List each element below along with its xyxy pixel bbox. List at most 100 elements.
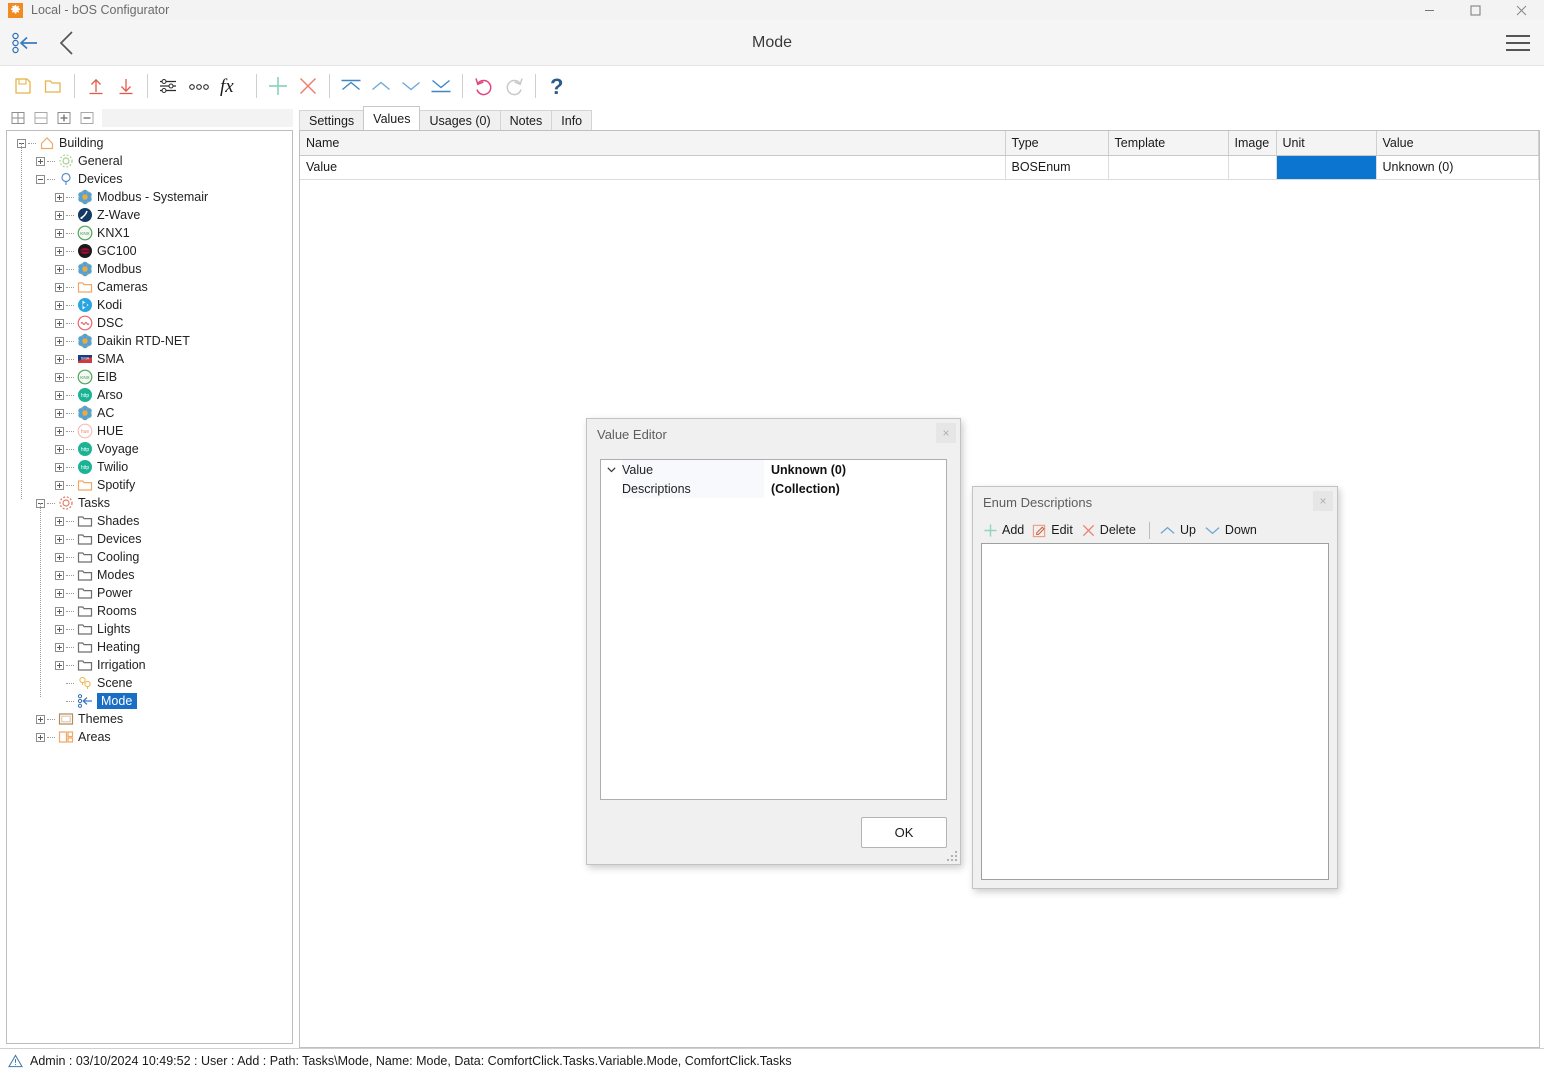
tree-expand-icon[interactable] xyxy=(53,605,66,618)
resize-grip-icon[interactable] xyxy=(946,850,957,861)
tree-expand-icon[interactable] xyxy=(53,335,66,348)
value-editor-close-button[interactable]: × xyxy=(936,423,956,443)
collapse-node-button[interactable] xyxy=(75,108,98,128)
close-button[interactable] xyxy=(1498,0,1544,20)
tree-expand-icon[interactable] xyxy=(53,209,66,222)
tree-expand-icon[interactable] xyxy=(53,659,66,672)
tree-item[interactable]: Scene xyxy=(7,674,292,692)
expand-node-button[interactable] xyxy=(52,108,75,128)
tree-expand-icon[interactable] xyxy=(53,245,66,258)
upload-button[interactable] xyxy=(82,71,110,101)
column-header-value[interactable]: Value xyxy=(1376,131,1539,156)
fx-icon[interactable]: fx xyxy=(215,71,249,101)
sliders-icon[interactable] xyxy=(155,71,183,101)
tree-item[interactable]: Devices xyxy=(7,170,292,188)
ok-button[interactable]: OK xyxy=(861,816,947,848)
tree-item[interactable]: http Voyage xyxy=(7,440,292,458)
tree-item[interactable]: AC xyxy=(7,404,292,422)
tree-item[interactable]: Devices xyxy=(7,530,292,548)
open-button[interactable] xyxy=(39,71,67,101)
tree-expand-icon[interactable] xyxy=(53,479,66,492)
hamburger-menu-icon[interactable] xyxy=(1506,32,1532,54)
move-to-bottom-icon[interactable] xyxy=(427,71,455,101)
enum-add-button[interactable]: Add xyxy=(981,519,1030,541)
maximize-button[interactable] xyxy=(1452,0,1498,20)
tree-item[interactable]: General xyxy=(7,152,292,170)
enum-descriptions-list[interactable] xyxy=(981,543,1329,880)
tree-expand-icon[interactable] xyxy=(53,299,66,312)
property-row[interactable]: Descriptions (Collection) xyxy=(601,479,946,498)
minimize-button[interactable] xyxy=(1406,0,1452,20)
tree-item[interactable]: Building xyxy=(7,134,292,152)
cell-image[interactable] xyxy=(1228,155,1277,180)
tree-item[interactable]: GC100 xyxy=(7,242,292,260)
enum-descriptions-dialog[interactable]: Enum Descriptions × Add Edit Delete Up Down xyxy=(972,486,1338,889)
tree-item[interactable]: KNX EIB xyxy=(7,368,292,386)
add-button[interactable] xyxy=(264,71,292,101)
tree-expand-icon[interactable] xyxy=(53,389,66,402)
tree-item[interactable]: Power xyxy=(7,584,292,602)
chevron-up-icon[interactable] xyxy=(367,71,395,101)
move-to-top-icon[interactable] xyxy=(337,71,365,101)
ellipsis-icon[interactable] xyxy=(185,71,213,101)
delete-button[interactable] xyxy=(294,71,322,101)
property-value[interactable]: Unknown (0) xyxy=(764,460,946,479)
building-tree[interactable]: Building General Devices Modbus - Systemair… xyxy=(6,130,293,1044)
tree-item[interactable]: hue HUE xyxy=(7,422,292,440)
tree-expand-icon[interactable] xyxy=(53,227,66,240)
tab-settings[interactable]: Settings xyxy=(299,110,365,130)
tree-item[interactable]: Tasks xyxy=(7,494,292,512)
tree-item[interactable]: Kodi xyxy=(7,296,292,314)
property-row[interactable]: Value Unknown (0) xyxy=(601,460,946,479)
tree-item[interactable]: http Arso xyxy=(7,386,292,404)
tree-expand-icon[interactable] xyxy=(53,569,66,582)
tab-notes[interactable]: Notes xyxy=(499,110,553,130)
tree-expand-icon[interactable] xyxy=(53,317,66,330)
property-grid[interactable]: Value Unknown (0) Descriptions (Collection) xyxy=(600,459,947,800)
enum-edit-button[interactable]: Edit xyxy=(1030,519,1079,541)
tree-expand-icon[interactable] xyxy=(53,641,66,654)
chevron-down-icon[interactable] xyxy=(601,464,622,475)
column-header-name[interactable]: Name xyxy=(300,131,1006,156)
tree-item[interactable]: Lights xyxy=(7,620,292,638)
values-grid[interactable]: Name Type Template Image Unit Value Value BOSE… xyxy=(300,131,1539,180)
tree-item[interactable]: Themes xyxy=(7,710,292,728)
download-button[interactable] xyxy=(112,71,140,101)
tree-expand-icon[interactable] xyxy=(53,281,66,294)
tree-expand-icon[interactable] xyxy=(34,731,47,744)
tree-item[interactable]: Areas xyxy=(7,728,292,746)
cell-value[interactable]: Unknown (0) xyxy=(1376,155,1539,180)
tree-expand-icon[interactable] xyxy=(53,623,66,636)
tree-item[interactable]: SMA SMA xyxy=(7,350,292,368)
redo-button[interactable] xyxy=(500,71,528,101)
undo-button[interactable] xyxy=(470,71,498,101)
tree-collapse-icon[interactable] xyxy=(34,173,47,186)
tree-expand-icon[interactable] xyxy=(53,353,66,366)
tree-item[interactable]: Z-Wave xyxy=(7,206,292,224)
collapse-all-button[interactable] xyxy=(29,108,52,128)
chevron-left-icon[interactable] xyxy=(48,23,86,63)
tree-item[interactable]: Spotify xyxy=(7,476,292,494)
tree-item-selected[interactable]: Mode xyxy=(7,692,292,710)
values-grid-body[interactable]: Value BOSEnum Unknown (0) xyxy=(300,155,1539,180)
chevron-down-icon[interactable] xyxy=(397,71,425,101)
enum-delete-button[interactable]: Delete xyxy=(1079,519,1142,541)
tab-values[interactable]: Values xyxy=(363,106,421,130)
tree-expand-icon[interactable] xyxy=(53,551,66,564)
tree-expand-icon[interactable] xyxy=(53,533,66,546)
tree-item[interactable]: Heating xyxy=(7,638,292,656)
tree-item[interactable]: KNX KNX1 xyxy=(7,224,292,242)
tab-info[interactable]: Info xyxy=(551,110,593,130)
cell-unit-selected[interactable] xyxy=(1276,155,1377,180)
enum-up-button[interactable]: Up xyxy=(1157,519,1202,541)
tree-expand-icon[interactable] xyxy=(53,263,66,276)
tree-expand-icon[interactable] xyxy=(53,371,66,384)
tree-expand-icon[interactable] xyxy=(34,713,47,726)
tree-expand-icon[interactable] xyxy=(53,407,66,420)
tree-item[interactable]: Modbus - Systemair xyxy=(7,188,292,206)
tree-item[interactable]: Modbus xyxy=(7,260,292,278)
value-editor-dialog[interactable]: Value Editor × Value Unknown (0) Descripti… xyxy=(586,418,961,865)
tree-expand-icon[interactable] xyxy=(53,461,66,474)
tree-expand-icon[interactable] xyxy=(34,155,47,168)
cell-name[interactable]: Value xyxy=(300,155,1006,180)
